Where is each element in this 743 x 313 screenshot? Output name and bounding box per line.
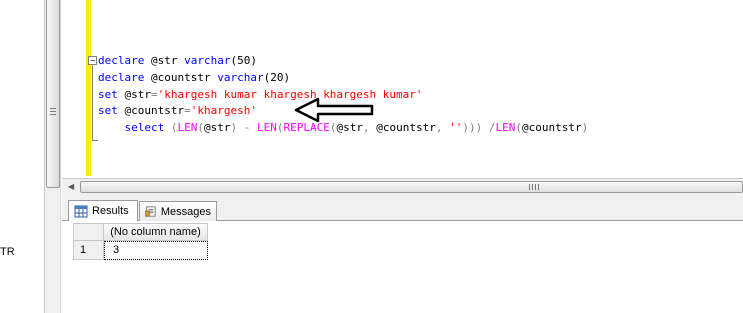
messages-icon: [145, 206, 156, 217]
tab-messages-label: Messages: [160, 205, 211, 218]
results-tab-strip: Results Messages: [62, 194, 743, 221]
tab-results-label: Results: [92, 205, 129, 217]
scrollbar-grip-icon: [529, 184, 539, 190]
results-grid[interactable]: (No column name) 1 3: [62, 221, 743, 313]
result-cell[interactable]: 3: [104, 241, 208, 260]
annotation-arrow-shape: [294, 97, 374, 123]
grid-icon: [74, 205, 88, 217]
tab-results[interactable]: Results: [68, 200, 138, 221]
horizontal-scrollbar-thumb[interactable]: [80, 181, 743, 193]
horizontal-scrollbar[interactable]: ◀: [62, 178, 743, 194]
row-number[interactable]: 1: [73, 241, 104, 260]
tab-messages[interactable]: Messages: [139, 201, 217, 221]
grid-select-all-corner[interactable]: [73, 223, 104, 241]
scroll-left-arrow-icon[interactable]: ◀: [68, 182, 74, 191]
column-header[interactable]: (No column name): [104, 223, 208, 241]
